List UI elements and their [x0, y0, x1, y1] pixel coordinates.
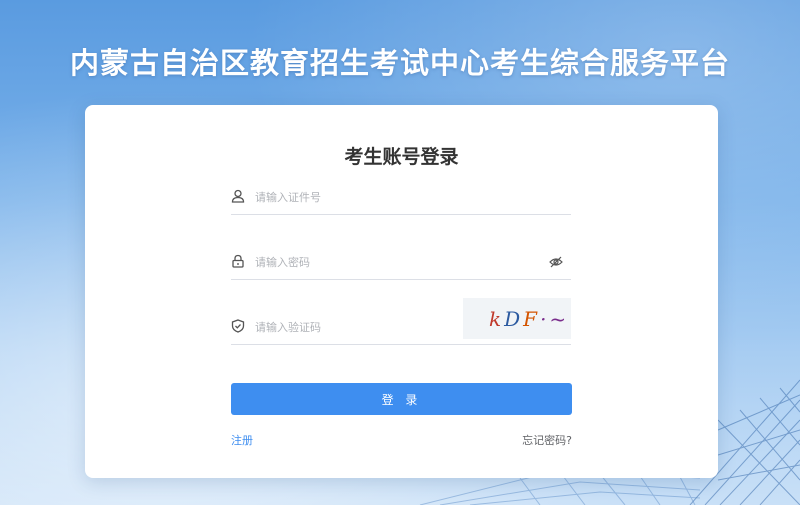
password-field	[231, 245, 571, 280]
lock-icon	[232, 254, 244, 268]
login-card: 考生账号登录 kDF·~ 登 录 注册 忘记密码?	[85, 105, 718, 478]
id-number-field	[231, 180, 571, 215]
captcha-char: F	[523, 307, 541, 331]
captcha-image[interactable]: kDF·~	[463, 298, 571, 339]
captcha-field: kDF·~	[231, 298, 571, 345]
forgot-password-link[interactable]: 忘记密码?	[522, 432, 572, 448]
user-icon	[231, 189, 245, 203]
password-input[interactable]	[255, 251, 535, 273]
page-title: 内蒙古自治区教育招生考试中心考生综合服务平台	[69, 46, 730, 80]
id-number-input[interactable]	[255, 186, 535, 208]
login-button[interactable]: 登 录	[231, 383, 572, 415]
captcha-char: ·~	[540, 307, 570, 331]
captcha-input[interactable]	[255, 316, 455, 338]
captcha-text: kDF·~	[489, 307, 569, 331]
captcha-char: k	[489, 307, 505, 331]
shield-check-icon	[231, 319, 245, 333]
captcha-char: D	[504, 307, 524, 331]
register-link[interactable]: 注册	[231, 432, 253, 448]
eye-slash-icon[interactable]	[549, 256, 563, 268]
login-title: 考生账号登录	[344, 146, 459, 168]
